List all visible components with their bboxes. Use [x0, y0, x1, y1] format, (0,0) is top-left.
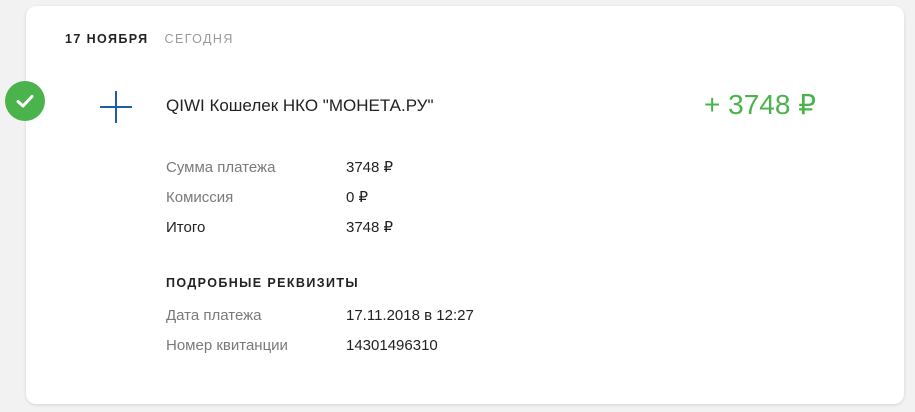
requisites-details: Дата платежа 17.11.2018 в 12:27 Номер кв… — [166, 300, 474, 360]
detail-value: 14301496310 — [346, 336, 438, 354]
plus-icon — [100, 91, 132, 123]
requisites-title: ПОДРОБНЫЕ РЕКВИЗИТЫ — [166, 276, 360, 290]
requisite-row-receipt: Номер квитанции 14301496310 — [166, 330, 474, 360]
check-mark-glyph — [16, 95, 34, 108]
detail-label: Номер квитанции — [166, 336, 288, 354]
relative-date-label: СЕГОДНЯ — [164, 32, 234, 46]
date-label: 17 НОЯБРЯ — [65, 32, 149, 46]
transaction-card: 17 НОЯБРЯ СЕГОДНЯ QIWI Кошелек НКО "МОНЕ… — [26, 6, 904, 404]
date-header: 17 НОЯБРЯ СЕГОДНЯ — [65, 32, 234, 46]
transaction-amount: + 3748 ₽ — [704, 89, 817, 120]
detail-value: 3748 ₽ — [346, 159, 394, 176]
merchant-name: QIWI Кошелек НКО "МОНЕТА.РУ" — [166, 96, 434, 115]
detail-value: 3748 ₽ — [346, 219, 394, 236]
detail-label: Итого — [166, 218, 206, 236]
detail-value: 0 ₽ — [346, 189, 369, 206]
detail-row-sum: Сумма платежа 3748 ₽ — [166, 152, 393, 182]
detail-label: Комиссия — [166, 188, 234, 206]
detail-row-commission: Комиссия 0 ₽ — [166, 182, 393, 212]
detail-label: Сумма платежа — [166, 158, 276, 176]
detail-row-total: Итого 3748 ₽ — [166, 212, 393, 242]
check-icon — [5, 81, 45, 121]
requisite-row-date: Дата платежа 17.11.2018 в 12:27 — [166, 300, 474, 330]
summary-details: Сумма платежа 3748 ₽ Комиссия 0 ₽ Итого … — [166, 152, 393, 242]
detail-value: 17.11.2018 в 12:27 — [346, 306, 474, 324]
detail-label: Дата платежа — [166, 306, 262, 324]
